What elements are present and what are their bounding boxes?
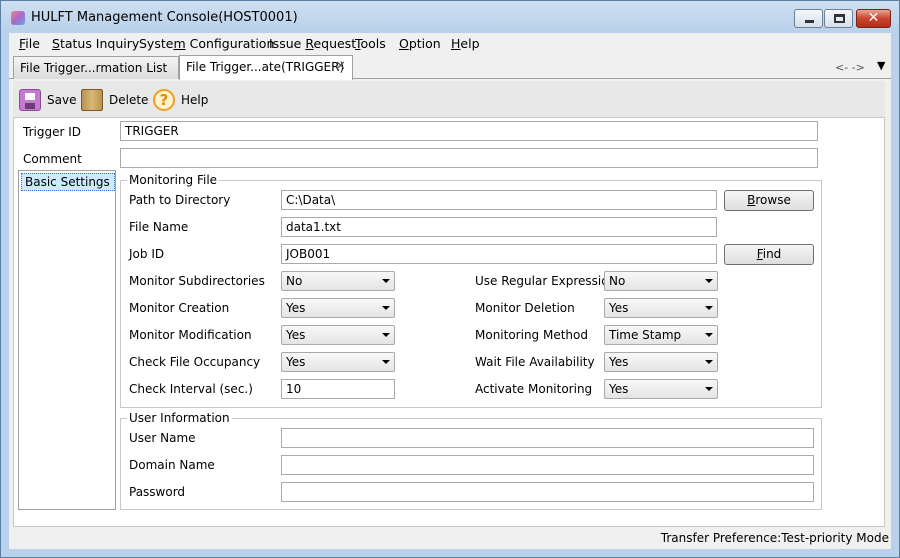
monitor-subdirectories-label: Monitor Subdirectories xyxy=(129,274,265,288)
chevron-down-icon xyxy=(705,306,713,310)
main-window: HULFT Management Console(HOST0001) ✕ Fil… xyxy=(0,0,900,558)
path-label: Path to Directory xyxy=(129,193,231,207)
chevron-down-icon xyxy=(705,333,713,337)
check-file-occupancy-select[interactable]: Yes xyxy=(281,352,395,372)
app-icon xyxy=(11,11,25,25)
chevron-down-icon xyxy=(705,279,713,283)
client-area: File Status Inquiry System Configuration… xyxy=(9,33,891,549)
title-bar[interactable]: HULFT Management Console(HOST0001) ✕ xyxy=(1,1,899,33)
monitoring-method-select[interactable]: Time Stamp xyxy=(604,325,718,345)
path-field[interactable]: C:\Data\ xyxy=(281,190,717,210)
toolbar: Save Delete ? Help xyxy=(13,81,885,117)
trigger-id-label: Trigger ID xyxy=(23,125,81,139)
activate-monitoring-select[interactable]: Yes xyxy=(604,379,718,399)
menu-option[interactable]: Option xyxy=(399,36,441,51)
delete-button[interactable]: Delete xyxy=(81,87,148,113)
tab-list-menu-icon[interactable]: ▼ xyxy=(877,59,885,72)
minimize-button[interactable] xyxy=(794,9,823,28)
close-button[interactable]: ✕ xyxy=(856,9,891,28)
user-name-field[interactable] xyxy=(281,428,814,448)
monitor-subdirectories-select[interactable]: No xyxy=(281,271,395,291)
wait-file-availability-label: Wait File Availability xyxy=(475,355,595,369)
monitor-creation-label: Monitor Creation xyxy=(129,301,230,315)
close-icon: ✕ xyxy=(867,10,880,26)
file-name-field[interactable]: data1.txt xyxy=(281,217,717,237)
chevron-down-icon xyxy=(705,387,713,391)
use-regex-label: Use Regular Expression xyxy=(475,274,617,288)
monitoring-file-title: Monitoring File xyxy=(127,173,220,187)
tab-close-icon[interactable]: ✕ xyxy=(335,59,346,74)
monitor-deletion-select[interactable]: Yes xyxy=(604,298,718,318)
tab-trigger-list[interactable]: File Trigger...rmation List xyxy=(13,56,179,79)
help-button[interactable]: ? Help xyxy=(153,87,208,113)
settings-sidebar: Basic Settings xyxy=(18,170,116,510)
tab-label: File Trigger...ate(TRIGGER) xyxy=(186,60,345,74)
status-text: Transfer Preference:Test-priority Mode xyxy=(660,531,889,545)
menu-tools[interactable]: Tools xyxy=(355,36,386,51)
minimize-icon xyxy=(805,20,814,23)
activate-monitoring-label: Activate Monitoring xyxy=(475,382,593,396)
domain-name-label: Domain Name xyxy=(129,458,215,472)
job-id-label: Job ID xyxy=(129,247,165,261)
find-button[interactable]: Find xyxy=(724,244,814,265)
window-title: HULFT Management Console(HOST0001) xyxy=(31,10,298,25)
tab-label: File Trigger...rmation List xyxy=(20,61,168,75)
check-interval-field[interactable]: 10 xyxy=(281,379,395,399)
save-icon xyxy=(19,89,41,111)
job-id-field[interactable]: JOB001 xyxy=(281,244,717,264)
monitoring-method-label: Monitoring Method xyxy=(475,328,588,342)
user-information-group: User Information User Name Domain Name P… xyxy=(120,411,822,510)
wait-file-availability-select[interactable]: Yes xyxy=(604,352,718,372)
browse-button[interactable]: Browse xyxy=(724,190,814,211)
password-field[interactable] xyxy=(281,482,814,502)
monitor-creation-select[interactable]: Yes xyxy=(281,298,395,318)
comment-label: Comment xyxy=(23,152,82,166)
maximize-icon xyxy=(834,14,845,23)
menu-issue-request[interactable]: Issue Request xyxy=(269,36,356,51)
monitoring-file-group: Monitoring File Path to Directory C:\Dat… xyxy=(120,173,822,408)
trigger-id-field[interactable]: TRIGGER xyxy=(120,121,818,141)
menu-bar: File Status Inquiry System Configuration… xyxy=(9,33,891,55)
menu-help[interactable]: Help xyxy=(451,36,480,51)
password-label: Password xyxy=(129,485,186,499)
menu-status-inquiry[interactable]: Status Inquiry xyxy=(52,36,139,51)
form-panel: Trigger ID TRIGGER Comment Basic Setting… xyxy=(13,117,885,527)
chevron-down-icon xyxy=(382,333,390,337)
user-information-title: User Information xyxy=(127,411,232,425)
trash-icon xyxy=(81,89,103,111)
save-button[interactable]: Save xyxy=(19,87,76,113)
menu-system-configuration[interactable]: System Configuration xyxy=(139,36,274,51)
user-name-label: User Name xyxy=(129,431,196,445)
tab-strip: File Trigger...rmation List File Trigger… xyxy=(9,55,891,80)
comment-field[interactable] xyxy=(120,148,818,168)
chevron-down-icon xyxy=(382,360,390,364)
monitor-modification-select[interactable]: Yes xyxy=(281,325,395,345)
file-name-label: File Name xyxy=(129,220,189,234)
check-interval-label: Check Interval (sec.) xyxy=(129,382,253,396)
chevron-down-icon xyxy=(705,360,713,364)
tab-nav-arrows[interactable]: <- -> xyxy=(835,61,865,74)
monitor-deletion-label: Monitor Deletion xyxy=(475,301,575,315)
monitor-modification-label: Monitor Modification xyxy=(129,328,252,342)
domain-name-field[interactable] xyxy=(281,455,814,475)
tab-trigger-update[interactable]: File Trigger...ate(TRIGGER) ✕ xyxy=(179,55,353,80)
help-icon: ? xyxy=(153,89,175,111)
chevron-down-icon xyxy=(382,279,390,283)
use-regex-select[interactable]: No xyxy=(604,271,718,291)
maximize-button[interactable] xyxy=(824,9,853,28)
chevron-down-icon xyxy=(382,306,390,310)
check-file-occupancy-label: Check File Occupancy xyxy=(129,355,261,369)
menu-file[interactable]: File xyxy=(19,36,40,51)
sidebar-item-basic-settings[interactable]: Basic Settings xyxy=(21,173,115,191)
status-bar: Transfer Preference:Test-priority Mode xyxy=(9,529,891,549)
